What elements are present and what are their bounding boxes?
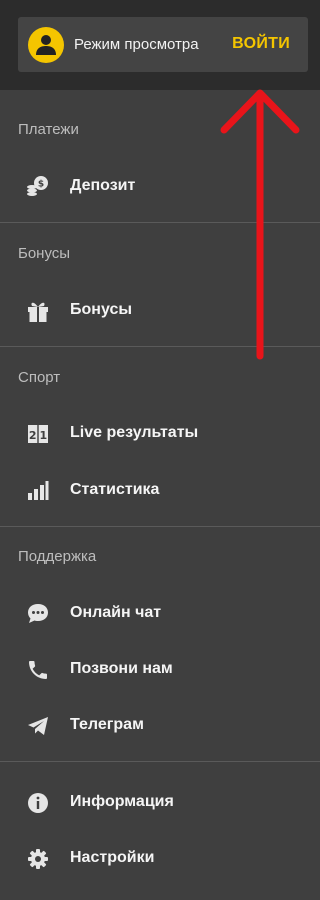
menu-item-live-results[interactable]: 2 1 Live результаты (0, 410, 320, 456)
menu-item-label: Бонусы (70, 301, 132, 318)
menu-item-label: Позвони нам (70, 660, 173, 677)
menu-item-label: Депозит (70, 177, 136, 194)
scoreboard-icon: 2 1 (28, 425, 48, 443)
coins-icon: $ (27, 176, 48, 196)
chat-icon (28, 604, 48, 623)
menu-item-settings[interactable]: Настройки (0, 835, 320, 881)
section-title-payments: Платежи (18, 121, 79, 138)
info-icon (28, 793, 48, 813)
phone-icon (29, 661, 47, 679)
menu-item-label: Информация (70, 793, 174, 810)
svg-text:$: $ (38, 180, 44, 190)
section-title-bonuses: Бонусы (18, 245, 71, 262)
menu-item-label: Статистика (70, 481, 160, 498)
menu-item-online-chat[interactable]: Онлайн чат (0, 590, 320, 636)
menu-item-bonuses[interactable]: Бонусы (0, 287, 320, 333)
bar-chart-icon (28, 481, 49, 500)
gear-icon (28, 849, 48, 869)
svg-text:1: 1 (39, 429, 47, 442)
svg-text:2: 2 (29, 429, 37, 442)
divider (0, 526, 320, 527)
login-panel: Режим просмотра ВОЙТИ (18, 17, 308, 72)
login-button[interactable]: ВОЙТИ (232, 35, 290, 53)
top-bar: Режим просмотра ВОЙТИ (0, 0, 320, 90)
menu-item-statistics[interactable]: Статистика (0, 467, 320, 513)
gift-icon (28, 302, 48, 322)
section-title-support: Поддержка (18, 548, 97, 565)
section-title-sport: Спорт (18, 369, 61, 386)
view-mode-label: Режим просмотра (74, 36, 199, 53)
divider (0, 346, 320, 347)
menu-item-telegram[interactable]: Телеграм (0, 702, 320, 748)
telegram-icon (28, 717, 48, 735)
menu-item-label: Онлайн чат (70, 604, 162, 621)
menu-item-label: Live результаты (70, 424, 199, 441)
user-icon (36, 35, 56, 55)
menu-item-information[interactable]: Информация (0, 779, 320, 825)
menu-item-label: Телеграм (70, 716, 144, 733)
divider (0, 761, 320, 762)
menu-item-deposit[interactable]: $ Депозит (0, 163, 320, 209)
menu-item-call-us[interactable]: Позвони нам (0, 646, 320, 692)
divider (0, 222, 320, 223)
avatar (28, 27, 64, 63)
menu-item-label: Настройки (70, 849, 155, 866)
